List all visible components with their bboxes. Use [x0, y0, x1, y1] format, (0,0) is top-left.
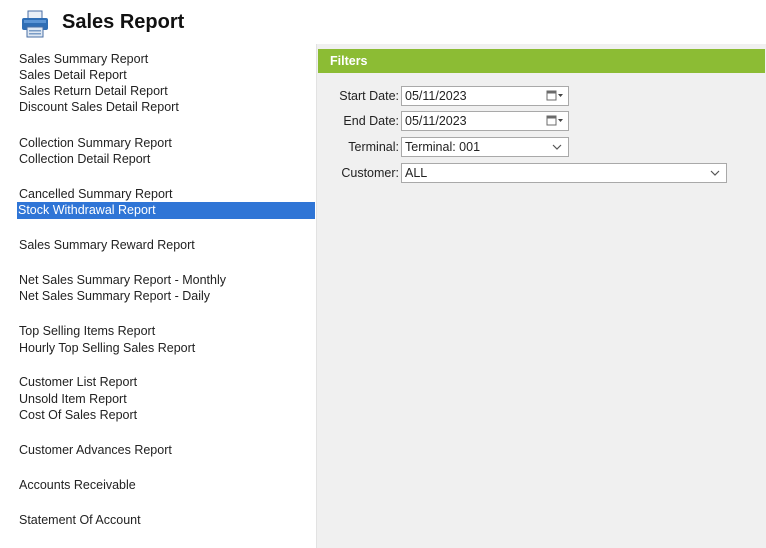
title-bar: Sales Report	[0, 0, 766, 44]
sidebar-item-accounts-receivable[interactable]: Accounts Receivable	[18, 477, 136, 494]
sidebar-item-statement-of-account[interactable]: Statement Of Account	[18, 512, 141, 529]
sidebar-item-unsold-item[interactable]: Unsold Item Report	[18, 391, 127, 408]
terminal-label: Terminal:	[348, 140, 399, 154]
sidebar-item-net-sales-daily[interactable]: Net Sales Summary Report - Daily	[18, 288, 210, 305]
sidebar-item-stock-withdrawal[interactable]: Stock Withdrawal Report	[17, 202, 315, 219]
filters-title: Filters	[330, 54, 368, 68]
start-date-label: Start Date:	[339, 89, 399, 103]
sidebar-item-top-selling-items[interactable]: Top Selling Items Report	[18, 323, 155, 340]
calendar-dropdown-icon[interactable]	[546, 115, 564, 127]
customer-value: ALL	[405, 166, 428, 180]
sidebar-item-collection-detail[interactable]: Collection Detail Report	[18, 151, 150, 168]
sidebar-item-sales-summary-reward[interactable]: Sales Summary Reward Report	[18, 237, 195, 254]
chevron-down-icon[interactable]	[552, 142, 562, 152]
sidebar-item-collection-summary[interactable]: Collection Summary Report	[18, 135, 172, 152]
start-date-value: 05/11/2023	[405, 89, 467, 103]
sidebar-item-hourly-top-selling[interactable]: Hourly Top Selling Sales Report	[18, 340, 195, 357]
sidebar-item-sales-summary[interactable]: Sales Summary Report	[18, 51, 148, 68]
report-list: Sales Summary Report Sales Detail Report…	[0, 44, 317, 548]
filters-panel: Filters Start Date: 05/11/2023 End Date:…	[317, 44, 766, 548]
printer-icon	[22, 10, 48, 38]
start-date-picker[interactable]: 05/11/2023	[401, 86, 569, 106]
sidebar-item-cost-of-sales[interactable]: Cost Of Sales Report	[18, 407, 137, 424]
terminal-value: Terminal: 001	[405, 140, 481, 154]
calendar-dropdown-icon[interactable]	[546, 90, 564, 102]
end-date-label: End Date:	[343, 114, 399, 128]
sidebar-item-customer-advances[interactable]: Customer Advances Report	[18, 442, 172, 459]
terminal-select[interactable]: Terminal: 001	[401, 137, 569, 157]
sidebar-item-cancelled-summary[interactable]: Cancelled Summary Report	[18, 186, 173, 203]
sidebar-item-net-sales-monthly[interactable]: Net Sales Summary Report - Monthly	[18, 272, 226, 289]
sidebar-item-sales-detail[interactable]: Sales Detail Report	[18, 67, 127, 84]
customer-select[interactable]: ALL	[401, 163, 727, 183]
sidebar-item-sales-return-detail[interactable]: Sales Return Detail Report	[18, 83, 168, 100]
end-date-picker[interactable]: 05/11/2023	[401, 111, 569, 131]
page-title: Sales Report	[62, 11, 185, 33]
end-date-value: 05/11/2023	[405, 114, 467, 128]
sidebar-item-discount-sales-detail[interactable]: Discount Sales Detail Report	[18, 99, 179, 116]
sidebar-item-customer-list[interactable]: Customer List Report	[18, 374, 137, 391]
chevron-down-icon[interactable]	[710, 168, 720, 178]
filters-header: Filters	[318, 49, 765, 73]
customer-label: Customer:	[341, 166, 399, 180]
